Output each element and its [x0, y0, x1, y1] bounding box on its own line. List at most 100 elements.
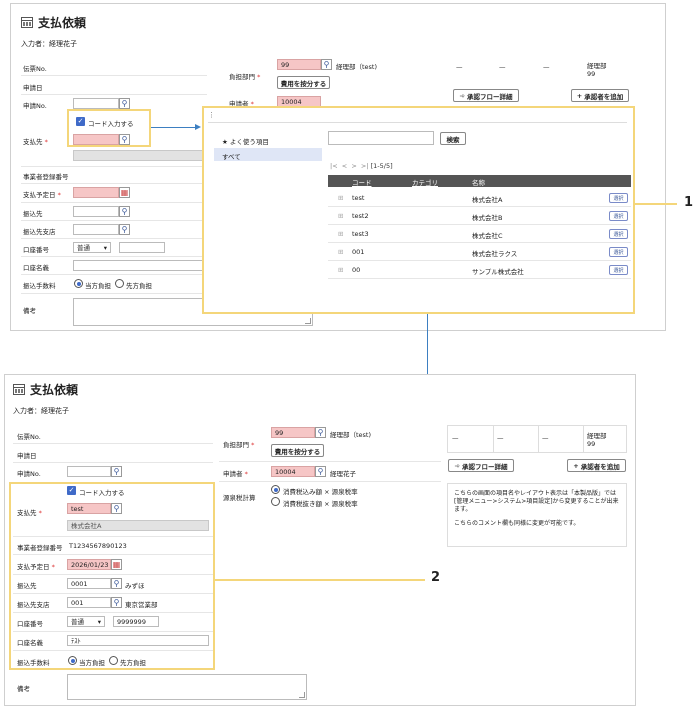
- note-label: 備考: [17, 685, 30, 693]
- select-button[interactable]: 選択: [609, 247, 628, 257]
- pin-icon: ⊞: [338, 212, 344, 220]
- info-text-2: こちらのコメント欄も同様に変更が可能です。: [454, 520, 580, 527]
- table-row[interactable]: ⊞ 00 サンプル株式会社 選択: [328, 261, 631, 279]
- pager[interactable]: |< < > >| [1-5/5]: [330, 162, 393, 170]
- bank-label: 振込先: [23, 210, 43, 218]
- allocate-button[interactable]: 費用を按分する: [277, 76, 330, 89]
- table-row[interactable]: ⊞ test2 株式会社B 選択: [328, 207, 631, 225]
- add-approver-button[interactable]: + 承認者を追加: [567, 459, 626, 472]
- info-text: こちらの画面の項目名やレイアウト表示は「本製品版」では[管理メニュー>システム>…: [454, 490, 619, 513]
- voucher-no-label: 伝票No.: [17, 433, 41, 441]
- calendar-icon[interactable]: ▦: [119, 187, 130, 198]
- pin-icon: ⊞: [338, 266, 344, 274]
- apply-date-label: 申請日: [17, 452, 37, 460]
- table-row[interactable]: ⊞ 001 株式会社ラクス 選択: [328, 243, 631, 261]
- branch-label: 振込先支店: [23, 228, 56, 236]
- apply-no-input[interactable]: [73, 98, 119, 109]
- arrow-right-icon: [195, 124, 201, 130]
- branch-code-input[interactable]: [73, 224, 119, 235]
- search-icon[interactable]: ⚲: [315, 466, 326, 477]
- search-icon[interactable]: ⚲: [119, 98, 130, 109]
- account-no-label: 口座番号: [23, 246, 49, 254]
- payee-name-display: [73, 150, 207, 161]
- add-approver-button[interactable]: + 承認者を追加: [571, 89, 629, 102]
- search-icon[interactable]: ⚲: [321, 59, 332, 70]
- fee-theirs-radio[interactable]: [115, 279, 124, 288]
- approval-cell-1: —: [456, 63, 463, 71]
- title-row: 支払依頼: [13, 381, 78, 398]
- entrant-label: 入力者：経理花子: [13, 407, 69, 415]
- info-comment-box: こちらの画面の項目名やレイアウト表示は「本製品版」では[管理メニュー>システム>…: [447, 483, 627, 547]
- note-label: 備考: [23, 307, 36, 315]
- approval-last-dept: 経理部: [587, 62, 607, 70]
- fee-label: 振込手数料: [23, 282, 56, 290]
- dept-name: 経理部（test): [330, 431, 372, 439]
- pin-icon: ⊞: [338, 248, 344, 256]
- allocate-button[interactable]: 費用を按分する: [271, 444, 324, 457]
- select-button[interactable]: 選択: [609, 229, 628, 239]
- bank-code-input[interactable]: [73, 206, 119, 217]
- page-title: 支払依頼: [30, 383, 79, 397]
- note-textarea[interactable]: [67, 674, 307, 700]
- withholding-excl-radio[interactable]: [271, 497, 280, 506]
- approval-flow-button[interactable]: ➾ 承認フロー詳細: [448, 459, 514, 472]
- entrant-label: 入力者：経理花子: [21, 40, 77, 48]
- favorites-item[interactable]: ★ よく使う項目: [222, 136, 269, 146]
- account-type-select[interactable]: 普通 ▾: [73, 242, 111, 253]
- apply-no-label: 申請No.: [23, 102, 47, 110]
- select-button[interactable]: 選択: [609, 265, 628, 275]
- burden-dept-label: 負担部門: [229, 71, 260, 81]
- approval-flow-button[interactable]: ➾ 承認フロー詳細: [453, 89, 519, 102]
- fee-ours-radio[interactable]: [74, 279, 83, 288]
- burden-dept-label: 負担部門: [223, 439, 254, 449]
- search-icon[interactable]: ⚲: [119, 206, 130, 217]
- flow-icon: ➾: [459, 91, 465, 100]
- applicant-code-input[interactable]: 10004: [271, 466, 315, 477]
- popup-table-header: コード カテゴリ 名称: [328, 175, 631, 187]
- fee-theirs-label: 先方負担: [126, 282, 152, 290]
- dept-name: 経理部（test): [336, 63, 378, 71]
- table-row[interactable]: ⊞ test 株式会社A 選択: [328, 189, 631, 207]
- pin-icon: ⊞: [338, 194, 344, 202]
- select-button[interactable]: 選択: [609, 211, 628, 221]
- search-icon[interactable]: ⚲: [315, 427, 326, 438]
- plus-icon: +: [576, 91, 583, 100]
- apply-no-label: 申請No.: [17, 470, 41, 478]
- table-row[interactable]: ⊞ test3 株式会社C 選択: [328, 225, 631, 243]
- callout-1: 1: [684, 195, 694, 210]
- form-icon: [13, 384, 25, 395]
- apply-date-label: 申請日: [23, 84, 43, 92]
- withholding-incl-radio[interactable]: [271, 485, 280, 494]
- popup-handle-icon: ⋮: [208, 111, 215, 119]
- pay-date-label: 支払予定日: [23, 189, 61, 199]
- pay-date-input[interactable]: [73, 187, 119, 198]
- payee-label: 支払先: [23, 136, 48, 146]
- flow-icon: ➾: [454, 461, 460, 470]
- select-button[interactable]: 選択: [609, 193, 628, 203]
- account-no-input[interactable]: [119, 242, 165, 253]
- all-item[interactable]: すべて: [214, 148, 322, 161]
- plus-icon: +: [573, 461, 579, 470]
- approval-cell-3: —: [543, 63, 550, 71]
- voucher-no-label: 伝票No.: [23, 65, 47, 73]
- popup-sidebar: ★ よく使う項目 すべて: [214, 134, 322, 164]
- title-row: 支払依頼: [21, 14, 86, 31]
- withholding-excl-label: 消費税抜き額 × 源泉税率: [283, 500, 358, 508]
- apply-no-input[interactable]: [67, 466, 111, 477]
- highlight-code-input: [67, 109, 151, 147]
- highlight-filled-fields: [9, 482, 215, 670]
- search-icon[interactable]: ⚲: [119, 224, 130, 235]
- dept-code-input[interactable]: 99: [271, 427, 315, 438]
- dept-code-input[interactable]: 99: [277, 59, 321, 70]
- pin-icon: ⊞: [338, 230, 344, 238]
- page-title: 支払依頼: [38, 16, 87, 30]
- account-name-input[interactable]: [73, 260, 207, 271]
- popup-search-input[interactable]: [328, 131, 434, 145]
- popup-search-button[interactable]: 検索: [440, 132, 466, 145]
- fee-ours-label: 当方負担: [85, 282, 111, 290]
- withholding-label: 源泉税計算: [223, 494, 256, 502]
- withholding-incl-label: 消費税込み額 × 源泉税率: [283, 488, 358, 496]
- star-icon: ★: [222, 138, 228, 146]
- search-icon[interactable]: ⚲: [111, 466, 122, 477]
- payee-search-popup: ⋮ ★ よく使う項目 すべて 検索 |< < > >| [1-5/5] コード …: [202, 106, 635, 314]
